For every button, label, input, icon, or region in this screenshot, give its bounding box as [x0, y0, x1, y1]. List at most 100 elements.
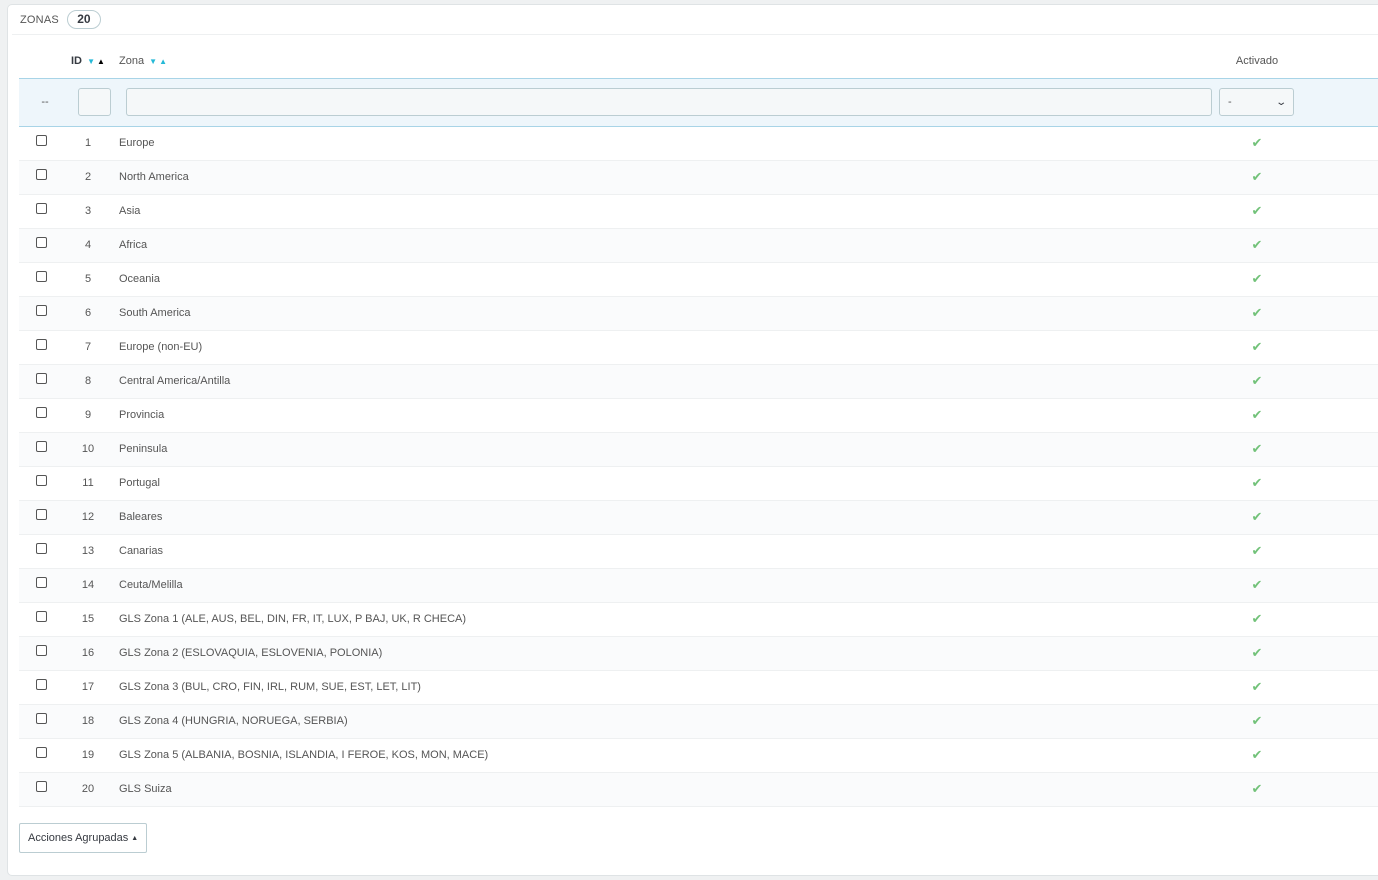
- row-select-cell: [19, 432, 71, 467]
- check-icon[interactable]: ✔: [1252, 305, 1263, 320]
- row-active-cell: ✔: [1219, 194, 1295, 229]
- row-id: 15: [71, 602, 119, 637]
- check-icon[interactable]: ✔: [1252, 271, 1263, 286]
- row-checkbox[interactable]: [36, 440, 47, 452]
- row-id: 5: [71, 262, 119, 297]
- row-actions-cell: [1295, 568, 1378, 603]
- row-checkbox[interactable]: [36, 304, 47, 316]
- row-checkbox[interactable]: [36, 508, 47, 520]
- row-checkbox[interactable]: [36, 338, 47, 350]
- row-zone-name[interactable]: North America: [119, 160, 1219, 195]
- check-icon[interactable]: ✔: [1252, 373, 1263, 388]
- row-checkbox[interactable]: [36, 134, 47, 146]
- row-active-cell: ✔: [1219, 398, 1295, 433]
- row-select-cell: [19, 194, 71, 229]
- row-checkbox[interactable]: [36, 678, 47, 690]
- header-row: ID ▼ ▲ Zona ▼ ▲ Activado: [19, 44, 1378, 78]
- check-icon[interactable]: ✔: [1252, 713, 1263, 728]
- row-checkbox[interactable]: [36, 168, 47, 180]
- row-zone-name[interactable]: Asia: [119, 194, 1219, 229]
- row-checkbox[interactable]: [36, 542, 47, 554]
- row-zone-name[interactable]: Canarias: [119, 534, 1219, 569]
- row-zone-name[interactable]: GLS Zona 5 (ALBANIA, BOSNIA, ISLANDIA, I…: [119, 738, 1219, 773]
- row-zone-name[interactable]: GLS Zona 3 (BUL, CRO, FIN, IRL, RUM, SUE…: [119, 670, 1219, 705]
- row-id: 13: [71, 534, 119, 569]
- check-icon[interactable]: ✔: [1252, 203, 1263, 218]
- row-zone-name[interactable]: GLS Zona 4 (HUNGRIA, NORUEGA, SERBIA): [119, 704, 1219, 739]
- row-active-cell: ✔: [1219, 126, 1295, 161]
- row-checkbox[interactable]: [36, 644, 47, 656]
- row-checkbox[interactable]: [36, 576, 47, 588]
- row-zone-name[interactable]: Peninsula: [119, 432, 1219, 467]
- row-checkbox[interactable]: [36, 202, 47, 214]
- row-zone-name[interactable]: Africa: [119, 228, 1219, 263]
- row-select-cell: [19, 228, 71, 263]
- row-zone-name[interactable]: Provincia: [119, 398, 1219, 433]
- check-icon[interactable]: ✔: [1252, 747, 1263, 762]
- filter-active-select[interactable]: - ⌄: [1219, 88, 1294, 116]
- table-row: 16 GLS Zona 2 (ESLOVAQUIA, ESLOVENIA, POL…: [19, 636, 1378, 671]
- row-checkbox[interactable]: [36, 780, 47, 792]
- row-zone-name[interactable]: Central America/Antilla: [119, 364, 1219, 399]
- row-active-cell: ✔: [1219, 296, 1295, 331]
- check-icon[interactable]: ✔: [1252, 543, 1263, 558]
- row-id: 1: [71, 126, 119, 161]
- row-checkbox[interactable]: [36, 372, 47, 384]
- sort-asc-icon[interactable]: ▲: [97, 57, 105, 66]
- row-actions-cell: [1295, 772, 1378, 807]
- panel-heading: ZONAS 20: [12, 5, 1378, 35]
- row-actions-cell: [1295, 364, 1378, 399]
- row-select-cell: [19, 738, 71, 773]
- check-icon[interactable]: ✔: [1252, 407, 1263, 422]
- row-zone-name[interactable]: GLS Zona 1 (ALE, AUS, BEL, DIN, FR, IT, …: [119, 602, 1219, 637]
- row-zone-name[interactable]: South America: [119, 296, 1219, 331]
- check-icon[interactable]: ✔: [1252, 679, 1263, 694]
- row-checkbox[interactable]: [36, 746, 47, 758]
- check-icon[interactable]: ✔: [1252, 475, 1263, 490]
- row-select-cell: [19, 262, 71, 297]
- row-zone-name[interactable]: GLS Zona 2 (ESLOVAQUIA, ESLOVENIA, POLON…: [119, 636, 1219, 671]
- check-icon[interactable]: ✔: [1252, 645, 1263, 660]
- row-checkbox[interactable]: [36, 474, 47, 486]
- row-checkbox[interactable]: [36, 712, 47, 724]
- row-select-cell: [19, 398, 71, 433]
- check-icon[interactable]: ✔: [1252, 509, 1263, 524]
- row-zone-name[interactable]: GLS Suiza: [119, 772, 1219, 807]
- row-actions-cell: [1295, 330, 1378, 365]
- row-actions-cell: [1295, 500, 1378, 535]
- sort-desc-icon[interactable]: ▼: [149, 57, 157, 66]
- row-checkbox[interactable]: [36, 406, 47, 418]
- sort-desc-icon[interactable]: ▼: [87, 57, 95, 66]
- check-icon[interactable]: ✔: [1252, 135, 1263, 150]
- header-active: Activado: [1235, 54, 1279, 67]
- row-zone-name[interactable]: Ceuta/Melilla: [119, 568, 1219, 603]
- check-icon[interactable]: ✔: [1252, 339, 1263, 354]
- check-icon[interactable]: ✔: [1252, 441, 1263, 456]
- row-checkbox[interactable]: [36, 270, 47, 282]
- row-active-cell: ✔: [1219, 228, 1295, 263]
- filter-zone-input[interactable]: [126, 88, 1212, 116]
- check-icon[interactable]: ✔: [1252, 781, 1263, 796]
- row-actions-cell: [1295, 432, 1378, 467]
- row-active-cell: ✔: [1219, 670, 1295, 705]
- table-row: 11 Portugal ✔: [19, 466, 1378, 501]
- row-select-cell: [19, 670, 71, 705]
- row-checkbox[interactable]: [36, 610, 47, 622]
- check-icon[interactable]: ✔: [1252, 577, 1263, 592]
- row-id: 19: [71, 738, 119, 773]
- row-zone-name[interactable]: Europe (non-EU): [119, 330, 1219, 365]
- row-zone-name[interactable]: Oceania: [119, 262, 1219, 297]
- check-icon[interactable]: ✔: [1252, 169, 1263, 184]
- row-zone-name[interactable]: Portugal: [119, 466, 1219, 501]
- bulk-actions-button[interactable]: Acciones Agrupadas ▲: [19, 823, 148, 853]
- row-select-cell: [19, 772, 71, 807]
- row-checkbox[interactable]: [36, 236, 47, 248]
- row-zone-name[interactable]: Baleares: [119, 500, 1219, 535]
- check-icon[interactable]: ✔: [1252, 611, 1263, 626]
- sort-asc-icon[interactable]: ▲: [159, 57, 167, 66]
- filter-id-input[interactable]: [78, 88, 111, 116]
- row-id: 18: [71, 704, 119, 739]
- table-row: 1 Europe ✔: [19, 126, 1378, 161]
- check-icon[interactable]: ✔: [1252, 237, 1263, 252]
- row-zone-name[interactable]: Europe: [119, 126, 1219, 161]
